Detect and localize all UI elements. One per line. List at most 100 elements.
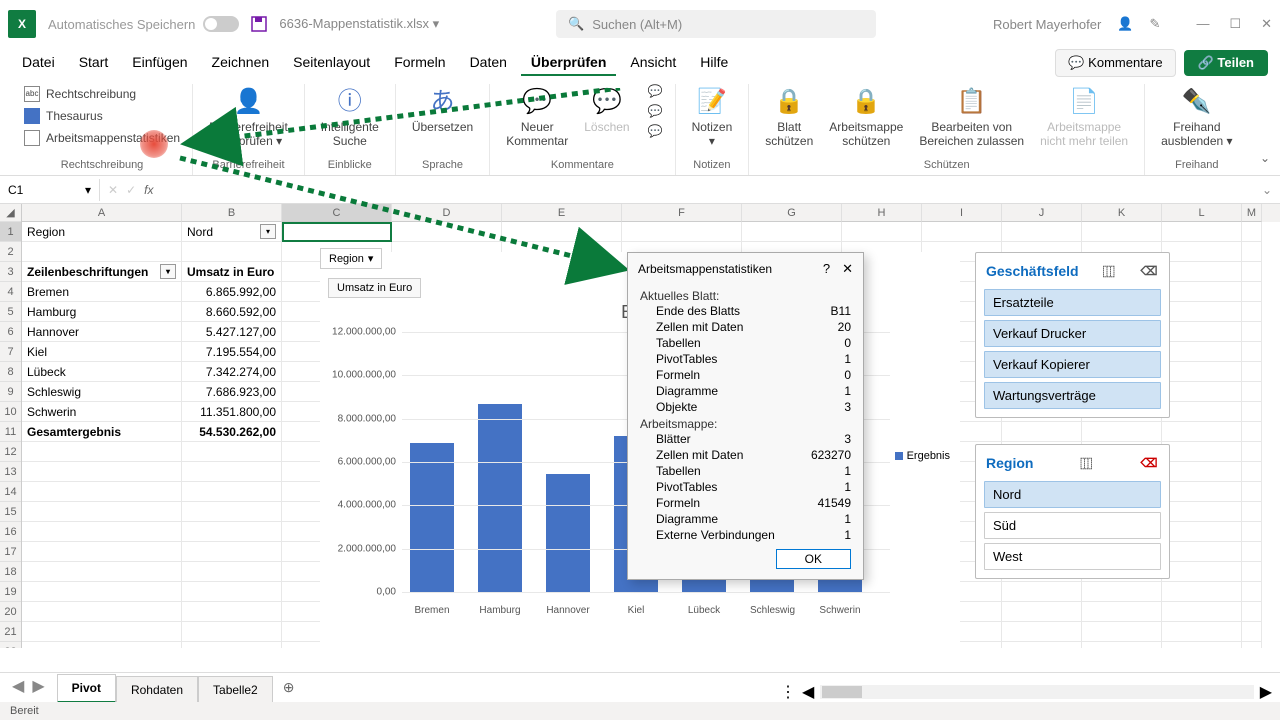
cell[interactable] [22, 522, 182, 542]
slicer-item[interactable]: West [984, 543, 1161, 570]
cell[interactable] [842, 222, 922, 242]
cell[interactable]: Region [22, 222, 182, 242]
cell[interactable] [1162, 242, 1242, 262]
slicer-item[interactable]: Verkauf Kopierer [984, 351, 1161, 378]
cell[interactable] [1082, 622, 1162, 642]
clear-filter-icon[interactable]: ⌫ [1139, 453, 1159, 473]
dialog-titlebar[interactable]: Arbeitsmappenstatistiken ?✕ [628, 253, 863, 285]
multi-select-icon[interactable]: ⿲ [1099, 261, 1119, 281]
col-header-F[interactable]: F [622, 204, 742, 222]
tab-file[interactable]: Datei [12, 50, 65, 76]
tab-review[interactable]: Überprüfen [521, 50, 616, 76]
cell[interactable] [1242, 342, 1262, 362]
cell[interactable]: Schwerin [22, 402, 182, 422]
select-all-corner[interactable]: ◢ [0, 204, 21, 222]
name-box[interactable]: C1▾ [0, 179, 100, 201]
new-comment-button[interactable]: 💬Neuer Kommentar [502, 84, 572, 151]
row-header-11[interactable]: 11 [0, 422, 21, 442]
cell[interactable]: 6.865.992,00 [182, 282, 282, 302]
cell[interactable] [622, 222, 742, 242]
col-header-B[interactable]: B [182, 204, 282, 222]
cell[interactable] [922, 222, 1002, 242]
cell[interactable] [1242, 302, 1262, 322]
col-header-G[interactable]: G [742, 204, 842, 222]
cell[interactable]: Schleswig [22, 382, 182, 402]
cell[interactable] [1082, 422, 1162, 442]
row-header-4[interactable]: 4 [0, 282, 21, 302]
cell[interactable] [1242, 242, 1262, 262]
tab-help[interactable]: Hilfe [690, 50, 738, 76]
cell[interactable] [1242, 602, 1262, 622]
cell[interactable] [1162, 302, 1242, 322]
col-header-A[interactable]: A [22, 204, 182, 222]
share-button[interactable]: 🔗 Teilen [1184, 50, 1268, 76]
cell[interactable] [1162, 422, 1242, 442]
chart-filter-region[interactable]: Region▾ [320, 248, 382, 269]
row-header-7[interactable]: 7 [0, 342, 21, 362]
cell[interactable] [1242, 642, 1262, 648]
cell[interactable] [1162, 342, 1242, 362]
bar-Bremen[interactable] [410, 443, 454, 592]
row-header-13[interactable]: 13 [0, 462, 21, 482]
cell[interactable] [1242, 582, 1262, 602]
row-header-10[interactable]: 10 [0, 402, 21, 422]
cell[interactable]: 7.342.274,00 [182, 362, 282, 382]
cell[interactable] [22, 622, 182, 642]
cell[interactable] [1162, 462, 1242, 482]
cell[interactable] [1082, 582, 1162, 602]
cell[interactable] [1082, 222, 1162, 242]
cell[interactable] [282, 222, 392, 242]
sheet-tab-tabelle2[interactable]: Tabelle2 [198, 676, 273, 703]
cell[interactable]: Umsatz in Euro [182, 262, 282, 282]
cell[interactable] [1082, 602, 1162, 622]
ok-button[interactable]: OK [776, 549, 851, 569]
cell[interactable]: Gesamtergebnis [22, 422, 182, 442]
cell[interactable] [1162, 622, 1242, 642]
allow-edit-ranges-button[interactable]: 📋Bearbeiten von Bereichen zulassen [915, 84, 1028, 151]
next-sheet-icon[interactable]: ▶ [32, 676, 44, 696]
cell[interactable] [22, 562, 182, 582]
col-header-C[interactable]: C [282, 204, 392, 222]
close-button[interactable]: ✕ [1261, 16, 1272, 32]
col-header-M[interactable]: M [1242, 204, 1262, 222]
cell[interactable] [182, 522, 282, 542]
protect-sheet-button[interactable]: 🔒Blatt schützen [761, 84, 817, 151]
cell[interactable] [1002, 422, 1082, 442]
col-header-H[interactable]: H [842, 204, 922, 222]
protect-workbook-button[interactable]: 🔒Arbeitsmappe schützen [825, 84, 907, 151]
tab-draw[interactable]: Zeichnen [202, 50, 280, 76]
user-name[interactable]: Robert Mayerhofer [993, 17, 1101, 32]
cell[interactable] [1162, 602, 1242, 622]
notes-button[interactable]: 📝Notizen ▾ [688, 84, 737, 151]
row-header-18[interactable]: 18 [0, 562, 21, 582]
row-header-12[interactable]: 12 [0, 442, 21, 462]
cell[interactable] [1242, 522, 1262, 542]
row-header-9[interactable]: 9 [0, 382, 21, 402]
thesaurus-button[interactable]: Thesaurus [24, 106, 180, 126]
sheet-tab-rohdaten[interactable]: Rohdaten [116, 676, 198, 703]
expand-icon[interactable]: ⌄ [1262, 183, 1272, 197]
cell[interactable]: 7.195.554,00 [182, 342, 282, 362]
cell[interactable] [1162, 402, 1242, 422]
cell[interactable] [1162, 482, 1242, 502]
cell[interactable] [1242, 542, 1262, 562]
slicer-item[interactable]: Ersatzteile [984, 289, 1161, 316]
cell[interactable] [22, 442, 182, 462]
maximize-button[interactable]: ☐ [1229, 16, 1241, 32]
spelling-button[interactable]: abcRechtschreibung [24, 84, 180, 104]
cell[interactable]: 11.351.800,00 [182, 402, 282, 422]
cell[interactable] [182, 502, 282, 522]
cell[interactable] [1162, 362, 1242, 382]
cell[interactable] [1162, 562, 1242, 582]
cell[interactable] [1242, 322, 1262, 342]
cell[interactable] [1242, 422, 1262, 442]
cell[interactable] [1242, 462, 1262, 482]
document-filename[interactable]: 6636-Mappenstatistik.xlsx ▾ [279, 16, 439, 32]
cell[interactable] [182, 442, 282, 462]
row-header-15[interactable]: 15 [0, 502, 21, 522]
cell[interactable] [1242, 362, 1262, 382]
cell[interactable] [1242, 222, 1262, 242]
multi-select-icon[interactable]: ⿲ [1076, 453, 1096, 473]
cell[interactable] [1002, 602, 1082, 622]
minimize-button[interactable]: — [1196, 16, 1209, 32]
